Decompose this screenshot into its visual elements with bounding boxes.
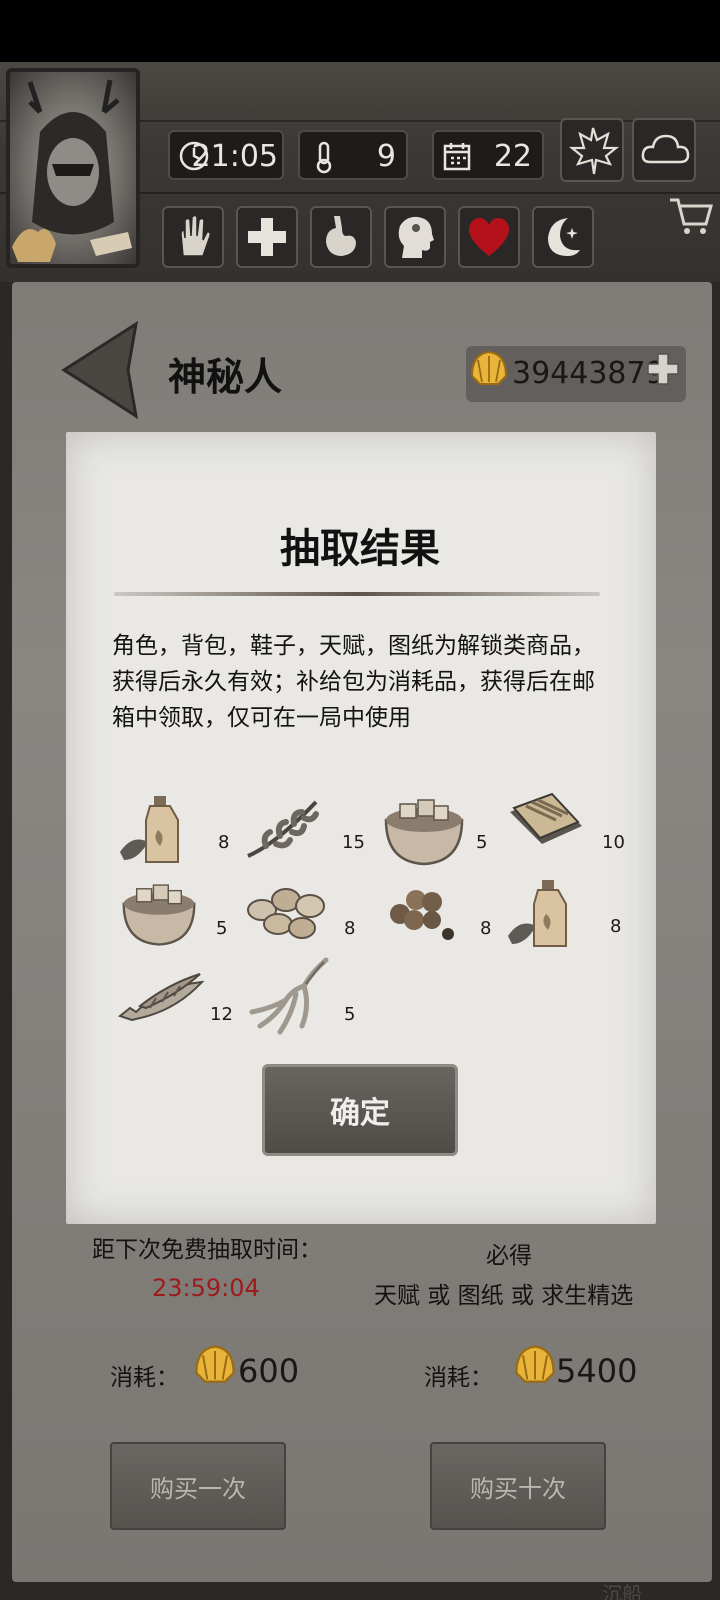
fish-tray-icon bbox=[510, 792, 582, 844]
reward-qty: 15 bbox=[342, 832, 365, 853]
guarantee-label: 必得 bbox=[486, 1243, 532, 1269]
reward-item: 8 bbox=[384, 880, 494, 960]
status-head-button[interactable] bbox=[384, 206, 446, 268]
single-cost-label: 消耗： bbox=[110, 1365, 179, 1391]
reward-item: 5 bbox=[382, 790, 502, 870]
maple-leaf-icon bbox=[568, 127, 620, 175]
currency-value: 39443879 bbox=[512, 356, 665, 391]
herb-branch-icon bbox=[247, 800, 319, 858]
time-value: 21:05 bbox=[191, 139, 278, 174]
character-portrait[interactable] bbox=[6, 68, 140, 268]
ginseng-icon bbox=[249, 957, 329, 1035]
shell-currency-icon bbox=[515, 1345, 555, 1383]
weather-button[interactable] bbox=[632, 118, 696, 182]
bottle-herb-icon bbox=[120, 796, 179, 863]
bottle-herb-icon bbox=[508, 880, 567, 947]
temperature-display: 9 bbox=[298, 130, 408, 180]
reward-item: 15 bbox=[246, 790, 366, 870]
stomach-icon bbox=[326, 216, 356, 256]
shell-currency-icon bbox=[195, 1345, 235, 1383]
dried-fish-icon bbox=[117, 973, 205, 1022]
day-value: 22 bbox=[493, 139, 532, 174]
reward-qty: 8 bbox=[218, 832, 230, 853]
reward-item: 8 bbox=[506, 874, 626, 954]
cloud-icon bbox=[641, 134, 690, 164]
bottom-hint-text: 沉船 bbox=[602, 1582, 642, 1600]
reward-item: 8 bbox=[244, 876, 364, 956]
page-title: 神秘人 bbox=[168, 355, 283, 399]
reward-qty: 8 bbox=[610, 916, 622, 937]
season-button[interactable] bbox=[560, 118, 624, 182]
health-cross-icon bbox=[248, 218, 286, 256]
reward-qty: 5 bbox=[344, 1004, 356, 1025]
hand-icon bbox=[180, 214, 211, 257]
back-arrow-icon[interactable] bbox=[58, 320, 148, 420]
reward-qty: 10 bbox=[602, 832, 625, 853]
head-icon bbox=[398, 216, 434, 258]
buy-once-button[interactable]: 购买一次 bbox=[110, 1442, 286, 1530]
status-hand-button[interactable] bbox=[162, 206, 224, 268]
bowl-icon bbox=[384, 799, 464, 866]
ten-cost-label: 消耗： bbox=[424, 1365, 493, 1391]
status-health-button[interactable] bbox=[236, 206, 298, 268]
reward-qty: 5 bbox=[216, 918, 228, 939]
guarantee-detail: 天赋 或 图纸 或 求生精选 bbox=[374, 1283, 634, 1309]
nuts-icon bbox=[247, 888, 325, 939]
buy-ten-button[interactable]: 购买十次 bbox=[430, 1442, 606, 1530]
temperature-value: 9 bbox=[376, 139, 396, 174]
free-draw-timer: 23:59:04 bbox=[152, 1274, 260, 1302]
berries-icon bbox=[390, 890, 454, 940]
shell-currency-icon bbox=[470, 350, 508, 385]
reward-qty: 8 bbox=[480, 918, 492, 939]
calendar-icon bbox=[443, 143, 471, 171]
confirm-button[interactable]: 确定 bbox=[262, 1064, 458, 1156]
bowl-icon bbox=[122, 884, 196, 946]
reward-item: 8 bbox=[118, 790, 238, 870]
system-status-bar bbox=[0, 0, 720, 62]
reward-qty: 12 bbox=[210, 1004, 233, 1025]
add-currency-button[interactable] bbox=[646, 352, 680, 386]
free-draw-label: 距下次免费抽取时间： bbox=[92, 1237, 322, 1263]
dialog-description: 角色，背包，鞋子，天赋，图纸为解锁类商品，获得后永久有效；补给包为消耗品，获得后… bbox=[112, 633, 595, 731]
reward-qty: 8 bbox=[344, 918, 356, 939]
dialog-title: 抽取结果 bbox=[280, 526, 440, 572]
reward-item: 12 bbox=[116, 960, 246, 1040]
dialog-divider bbox=[114, 592, 600, 596]
ten-cost-value: 5400 bbox=[556, 1352, 638, 1390]
thermometer-icon bbox=[316, 141, 332, 174]
moon-icon bbox=[548, 218, 580, 256]
reward-item: 5 bbox=[246, 956, 366, 1040]
single-cost-value: 600 bbox=[238, 1352, 300, 1390]
day-display: 22 bbox=[432, 130, 544, 180]
reward-item: 5 bbox=[120, 874, 240, 954]
status-stomach-button[interactable] bbox=[310, 206, 372, 268]
reward-qty: 5 bbox=[476, 832, 488, 853]
status-sleep-button[interactable] bbox=[532, 206, 594, 268]
status-heart-button[interactable] bbox=[458, 206, 520, 268]
time-display: 21:05 bbox=[168, 130, 284, 180]
heart-icon bbox=[468, 218, 510, 256]
reward-item: 10 bbox=[506, 790, 626, 870]
shopping-cart-icon[interactable] bbox=[668, 196, 714, 236]
